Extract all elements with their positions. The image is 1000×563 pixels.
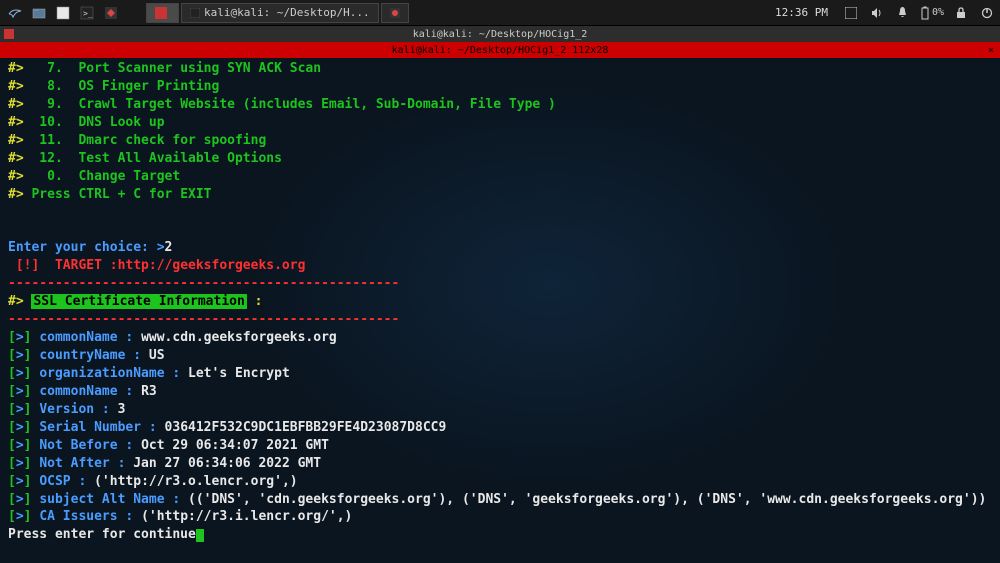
terminal-tab-label[interactable]: kali@kali: ~/Desktop/HOCig1_2 112x28: [392, 45, 609, 56]
window-title: kali@kali: ~/Desktop/HOCig1_2: [413, 29, 588, 40]
ssl-field: [>] subject Alt Name : (('DNS', 'cdn.gee…: [8, 491, 992, 509]
ssl-field: [>] Version : 3: [8, 401, 992, 419]
ssl-field: [>] countryName : US: [8, 347, 992, 365]
ssl-field: [>] organizationName : Let's Encrypt: [8, 365, 992, 383]
dashed-divider: ----------------------------------------…: [8, 311, 992, 329]
app-icon-generic[interactable]: [100, 2, 122, 24]
battery-icon[interactable]: 0%: [920, 4, 944, 22]
terminal-output[interactable]: #> 7. Port Scanner using SYN ACK Scan#> …: [0, 58, 1000, 563]
continue-prompt[interactable]: Press enter for continue: [8, 526, 992, 544]
panel-right: 12:36 PM 0%: [775, 4, 996, 22]
choice-prompt: Enter your choice: >2: [8, 239, 992, 257]
menu-item: #> 9. Crawl Target Website (includes Ema…: [8, 96, 992, 114]
ssl-field: [>] Serial Number : 036412F532C9DC1EBFBB…: [8, 419, 992, 437]
terminal-tabbar: kali@kali: ~/Desktop/HOCig1_2 112x28 ×: [0, 42, 1000, 58]
taskbar-item-label: kali@kali: ~/Desktop/H...: [204, 6, 370, 19]
desktop-icon[interactable]: [52, 2, 74, 24]
lock-icon[interactable]: [952, 4, 970, 22]
volume-icon[interactable]: [868, 4, 886, 22]
cursor: [196, 529, 204, 542]
svg-text:>_: >_: [83, 9, 93, 18]
kali-menu-icon[interactable]: [4, 2, 26, 24]
target-line: [!] TARGET :http://geeksforgeeks.org: [8, 257, 992, 275]
files-icon[interactable]: [28, 2, 50, 24]
ssl-field: [>] Not After : Jan 27 06:34:06 2022 GMT: [8, 455, 992, 473]
window-titlebar: kali@kali: ~/Desktop/HOCig1_2: [0, 26, 1000, 42]
menu-item: #> 8. OS Finger Printing: [8, 78, 992, 96]
ssl-field: [>] CA Issuers : ('http://r3.i.lencr.org…: [8, 508, 992, 526]
notifications-icon[interactable]: [894, 4, 912, 22]
menu-item: #> 11. Dmarc check for spoofing: [8, 132, 992, 150]
terminal-panel-icon[interactable]: >_: [76, 2, 98, 24]
menu-item: #> 10. DNS Look up: [8, 114, 992, 132]
top-panel: >_ kali@kali: ~/Desktop/H... 12:36 PM: [0, 0, 1000, 26]
power-icon[interactable]: [978, 4, 996, 22]
panel-left: >_ kali@kali: ~/Desktop/H...: [4, 2, 409, 24]
dashed-divider: ----------------------------------------…: [8, 275, 992, 293]
ssl-field: [>] OCSP : ('http://r3.o.lencr.org',): [8, 473, 992, 491]
menu-item: #> 7. Port Scanner using SYN ACK Scan: [8, 60, 992, 78]
battery-percent: 0%: [932, 7, 944, 18]
taskbar-item-other[interactable]: [381, 3, 409, 23]
close-tab-icon[interactable]: ×: [988, 45, 994, 56]
ssl-field: [>] commonName : www.cdn.geeksforgeeks.o…: [8, 329, 992, 347]
ssl-field: [>] Not Before : Oct 29 06:34:07 2021 GM…: [8, 437, 992, 455]
ssl-field: [>] commonName : R3: [8, 383, 992, 401]
taskbar-item-terminal[interactable]: kali@kali: ~/Desktop/H...: [181, 3, 379, 23]
clock: 12:36 PM: [775, 6, 828, 19]
workspace-icon[interactable]: [842, 4, 860, 22]
titlebar-app-icon: [4, 29, 14, 39]
menu-exit: #> Press CTRL + C for EXIT: [8, 186, 992, 204]
taskbar-item-current[interactable]: [146, 3, 179, 23]
menu-item: #> 0. Change Target: [8, 168, 992, 186]
section-header: #> SSL Certificate Information :: [8, 293, 992, 311]
menu-item: #> 12. Test All Available Options: [8, 150, 992, 168]
